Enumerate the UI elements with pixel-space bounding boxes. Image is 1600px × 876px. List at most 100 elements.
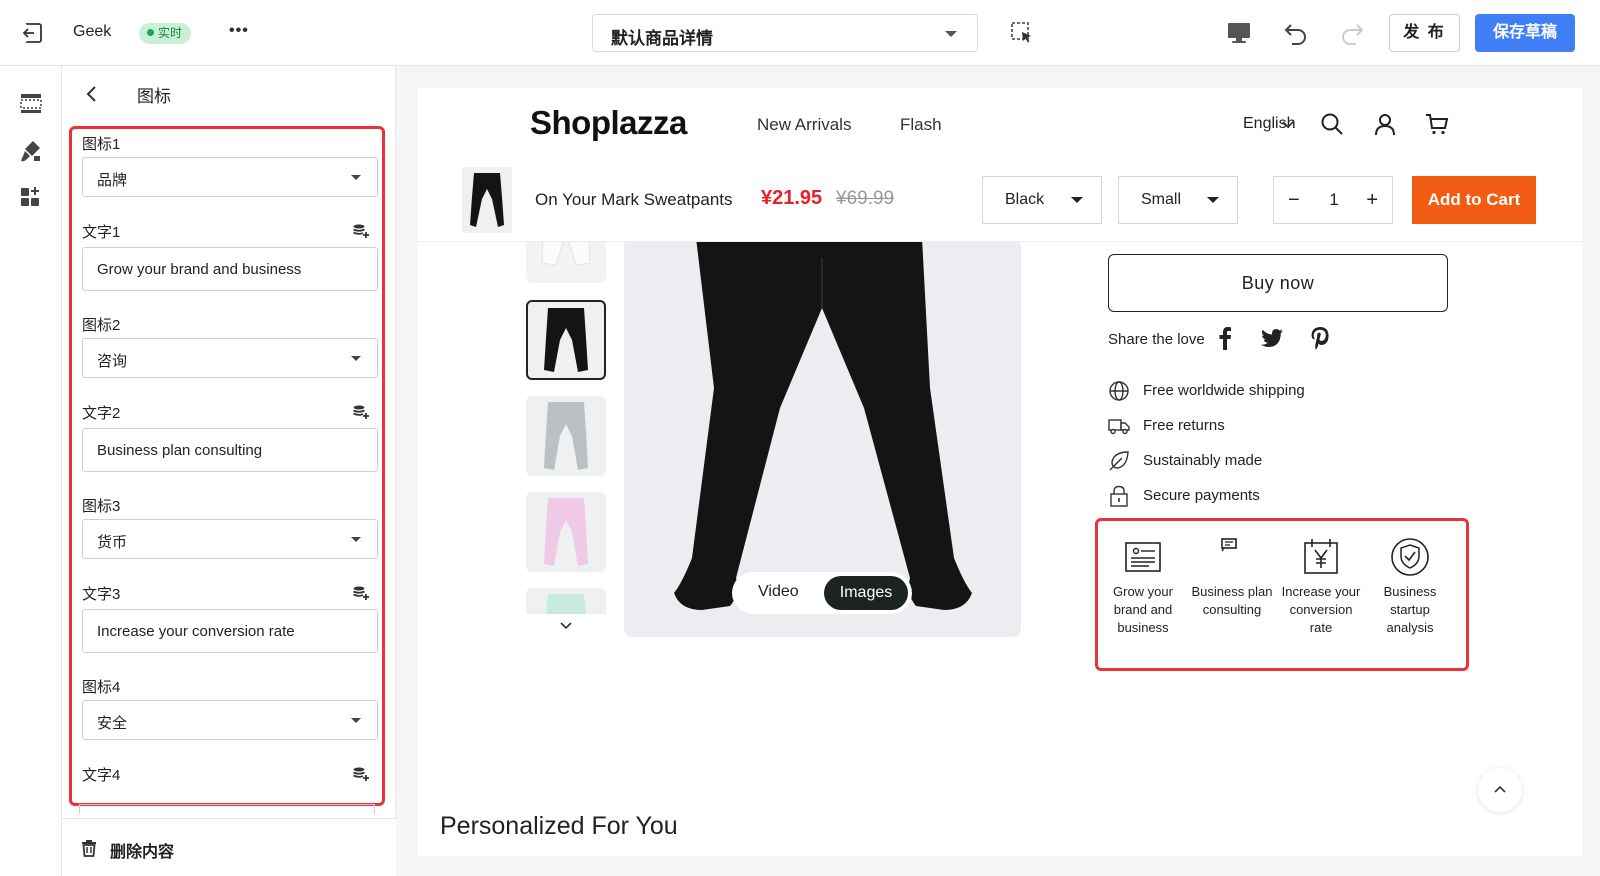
dynamic-source-icon[interactable] xyxy=(352,223,370,239)
chevron-down-icon xyxy=(1282,121,1294,129)
save-draft-button[interactable]: 保存草稿 xyxy=(1475,14,1575,52)
sticky-add-to-cart-bar: On Your Mark Sweatpants ¥21.95 ¥69.99 Bl… xyxy=(418,164,1582,242)
text2-value: Business plan consulting xyxy=(97,442,263,459)
facebook-icon[interactable] xyxy=(1213,326,1237,350)
pinterest-icon[interactable] xyxy=(1308,326,1332,350)
twitter-icon[interactable] xyxy=(1260,326,1284,350)
color-select[interactable]: Black xyxy=(982,176,1102,224)
icon4-label: 图标4 xyxy=(82,679,121,696)
status-badge: 实时 xyxy=(139,23,192,44)
images-toggle-button[interactable]: Images xyxy=(824,576,908,610)
sticky-product-name: On Your Mark Sweatpants xyxy=(535,190,733,209)
nav-link-flash[interactable]: Flash xyxy=(900,115,942,135)
feature-label: Free returns xyxy=(1143,417,1225,434)
gallery-thumbnail-active[interactable] xyxy=(526,300,606,380)
text2-input[interactable]: Business plan consulting xyxy=(82,428,378,472)
store-name: Geek xyxy=(73,23,112,40)
icon3-value: 货币 xyxy=(97,534,128,551)
icon1-value: 品牌 xyxy=(97,172,128,189)
icon-block-item: Business startup analysis xyxy=(1367,537,1453,637)
desktop-icon[interactable] xyxy=(1225,19,1253,47)
icon3-select[interactable]: 货币 xyxy=(82,519,378,559)
buy-now-button[interactable]: Buy now xyxy=(1108,254,1448,312)
nav-link-new-arrivals[interactable]: New Arrivals xyxy=(757,115,851,135)
back-icon[interactable] xyxy=(82,84,102,104)
gallery-thumbnail[interactable] xyxy=(526,396,606,476)
feature-label: Sustainably made xyxy=(1143,452,1263,469)
scroll-to-top-button[interactable] xyxy=(1478,768,1522,812)
dynamic-source-icon[interactable] xyxy=(352,404,370,420)
redo-icon[interactable] xyxy=(1338,19,1366,47)
page-template-value: 默认商品详情 xyxy=(611,29,713,48)
text3-label: 文字3 xyxy=(82,586,121,603)
currency-icon xyxy=(1304,539,1338,574)
size-select[interactable]: Small xyxy=(1118,176,1238,224)
share-label: Share the love xyxy=(1108,331,1205,348)
chevron-down-icon xyxy=(945,31,957,37)
select-element-icon[interactable] xyxy=(1008,19,1036,47)
user-icon[interactable] xyxy=(1373,112,1397,136)
cart-icon[interactable] xyxy=(1425,112,1449,136)
icon-settings-highlight: 图标1 品牌 文字1 Grow your brand and business … xyxy=(69,126,385,806)
truck-icon xyxy=(1108,419,1130,435)
top-toolbar: Geek 实时 ••• 默认商品详情 发 布 保存草稿 xyxy=(0,0,1600,66)
caret-down-icon xyxy=(351,356,361,361)
apps-icon[interactable] xyxy=(18,184,44,210)
video-toggle-button[interactable]: Video xyxy=(758,583,799,601)
page-template-select[interactable]: 默认商品详情 xyxy=(592,14,978,52)
sections-icon[interactable] xyxy=(18,90,44,116)
caret-down-icon xyxy=(351,718,361,723)
text2-label: 文字2 xyxy=(82,405,121,422)
icon-block-highlight[interactable]: Grow your brand and business Business pl… xyxy=(1095,518,1469,671)
brand-icon xyxy=(1125,542,1161,572)
icon-block-text: Business plan consulting xyxy=(1191,584,1273,617)
store-logo[interactable]: Shoplazza xyxy=(530,104,687,142)
color-value: Black xyxy=(1005,191,1045,208)
text1-label: 文字1 xyxy=(82,224,121,241)
icon2-value: 咨询 xyxy=(97,353,128,370)
delete-content-button[interactable]: 删除内容 xyxy=(62,818,396,876)
security-shield-icon xyxy=(1391,538,1429,576)
exit-icon[interactable] xyxy=(20,20,46,46)
trash-icon xyxy=(82,840,96,857)
media-toggle: Video Images xyxy=(732,572,912,614)
gallery-thumbnail[interactable] xyxy=(526,492,606,572)
text3-input[interactable]: Increase your conversion rate xyxy=(82,609,378,653)
more-options-button[interactable]: ••• xyxy=(229,22,249,40)
feature-label: Free worldwide shipping xyxy=(1143,382,1305,399)
icon-block-item: Grow your brand and business xyxy=(1100,537,1186,637)
text4-input[interactable] xyxy=(79,804,375,814)
icon1-label: 图标1 xyxy=(82,136,121,153)
caret-down-icon xyxy=(1071,197,1083,203)
dynamic-source-icon[interactable] xyxy=(352,766,370,782)
gallery-thumbnail[interactable] xyxy=(526,588,606,614)
lock-icon xyxy=(1110,485,1128,507)
delete-content-label: 删除内容 xyxy=(110,844,175,861)
text1-input[interactable]: Grow your brand and business xyxy=(82,247,378,291)
chevron-down-icon[interactable] xyxy=(558,618,574,634)
feature-label: Secure payments xyxy=(1143,487,1260,504)
search-icon[interactable] xyxy=(1320,112,1344,136)
add-to-cart-button[interactable]: Add to Cart xyxy=(1412,176,1536,224)
status-badge-label: 实时 xyxy=(158,26,183,40)
text4-label: 文字4 xyxy=(82,767,121,784)
icon4-select[interactable]: 安全 xyxy=(82,700,378,740)
quantity-increase-button[interactable]: + xyxy=(1366,189,1378,212)
icon-block-item: Business plan consulting xyxy=(1189,537,1275,619)
section-title: Personalized For You xyxy=(440,812,678,840)
icon2-select[interactable]: 咨询 xyxy=(82,338,378,378)
publish-button[interactable]: 发 布 xyxy=(1389,14,1460,52)
icon4-value: 安全 xyxy=(97,715,128,732)
undo-icon[interactable] xyxy=(1282,19,1310,47)
dynamic-source-icon[interactable] xyxy=(352,585,370,601)
icon1-select[interactable]: 品牌 xyxy=(82,157,378,197)
theme-brush-icon[interactable] xyxy=(18,138,44,164)
icon-block-text: Increase your conversion rate xyxy=(1281,584,1361,635)
leaf-icon xyxy=(1109,451,1129,471)
sticky-compare-price: ¥69.99 xyxy=(836,188,895,209)
icon-block-text: Business startup analysis xyxy=(1383,584,1437,635)
text1-value: Grow your brand and business xyxy=(97,261,302,278)
caret-down-icon xyxy=(1207,197,1219,203)
quantity-stepper: − 1 + xyxy=(1273,176,1393,224)
icon2-label: 图标2 xyxy=(82,317,121,334)
